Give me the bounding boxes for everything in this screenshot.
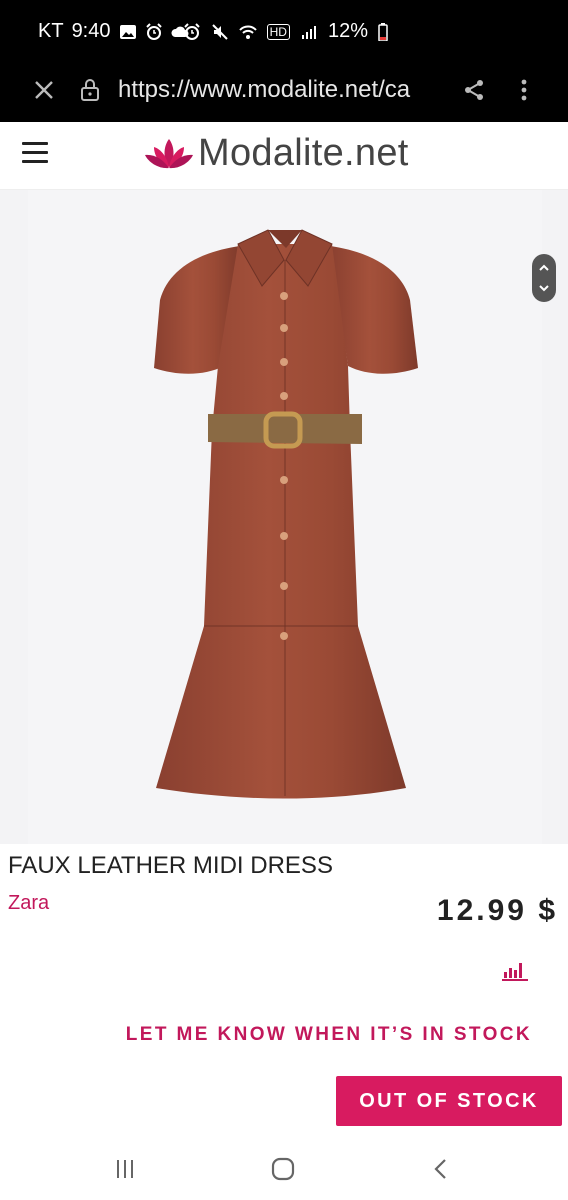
product-image[interactable] [28,190,542,844]
lock-icon[interactable] [74,74,106,106]
price-label: 12.99 $ [436,894,558,927]
logo-text: Modalite.net [198,132,409,174]
price-history-chart-icon[interactable] [502,960,528,982]
brand-link[interactable]: Zara [8,892,49,915]
status-left: KT 9:40 [38,20,189,43]
dress-illustration [154,229,418,799]
battery-icon [378,22,388,41]
site-logo[interactable]: Modalite.net [144,132,409,175]
notify-in-stock-link[interactable]: LET ME KNOW WHEN IT’S IN STOCK [126,1024,532,1046]
system-nav-bar [0,1136,568,1200]
menu-icon[interactable] [22,142,48,168]
address-bar[interactable]: https://www.modalite.net/ca [118,76,442,104]
signal-icon [301,25,316,39]
wifi-icon [238,25,257,39]
scroll-handle[interactable] [532,254,556,302]
out-of-stock-button[interactable]: OUT OF STOCK [336,1076,562,1126]
site-header: Modalite.net [0,122,568,190]
status-right: HD 12% [183,20,388,43]
back-icon[interactable] [426,1154,456,1184]
product-image-area [0,190,568,844]
more-icon[interactable] [508,74,540,106]
home-icon[interactable] [268,1154,298,1184]
clock: 9:40 [71,20,111,42]
lotus-logo-icon [145,138,193,168]
mute-icon [211,23,228,40]
gallery-icon [119,24,136,39]
recents-icon[interactable] [110,1154,140,1184]
close-icon[interactable] [28,74,60,106]
share-icon[interactable] [458,74,490,106]
battery-percent: 12% [327,20,368,42]
alarm-icon [183,22,200,40]
alarm-icon [145,22,162,40]
browser-toolbar: https://www.modalite.net/ca [0,60,568,122]
status-bar: KT 9:40 HD 12% [0,0,568,60]
carrier-label: KT [38,20,64,42]
product-title: FAUX LEATHER MIDI DRESS [8,852,333,879]
network-badge: HD [266,23,290,40]
